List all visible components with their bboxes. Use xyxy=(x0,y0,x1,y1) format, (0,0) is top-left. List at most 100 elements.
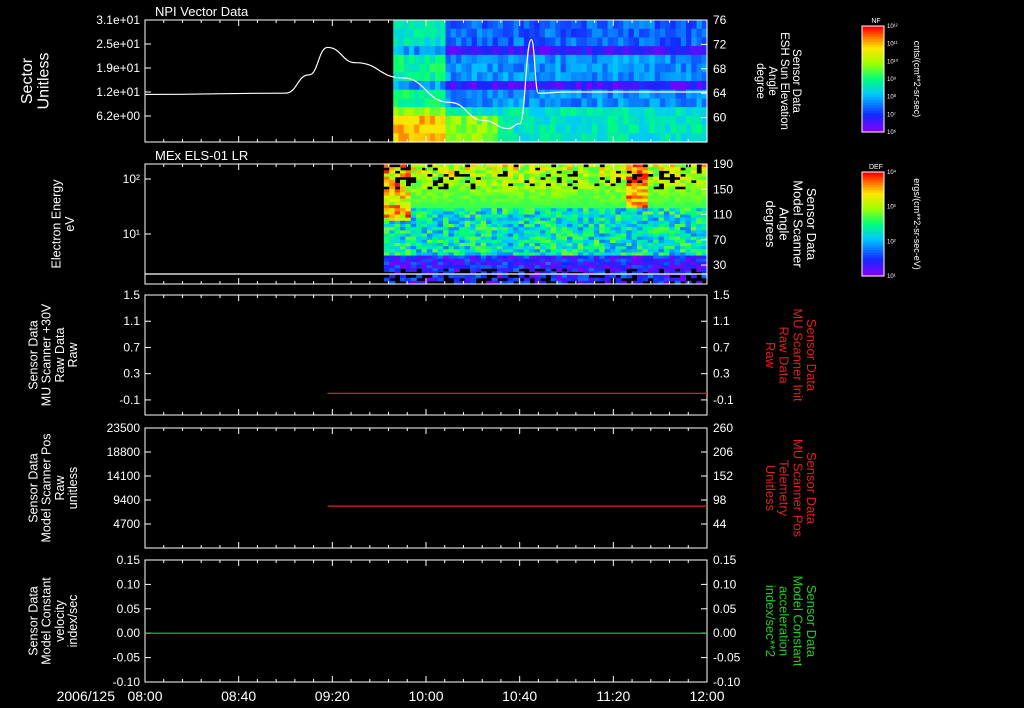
spectrogram-cell xyxy=(482,89,488,100)
spectrogram-cell xyxy=(523,124,530,134)
spectrogram-cell xyxy=(429,54,436,65)
spectrogram-cell xyxy=(487,81,494,91)
spectrogram-cell xyxy=(435,133,441,143)
spectrogram-cell xyxy=(497,107,504,117)
spectrogram-cell xyxy=(586,20,593,30)
spectrogram-cell xyxy=(642,268,649,272)
spectrogram-cell xyxy=(482,28,488,39)
spectrogram-cell xyxy=(408,28,415,39)
spectrogram-cell xyxy=(659,63,666,73)
spectrogram-cell xyxy=(591,107,598,117)
spectrogram-cell xyxy=(550,277,557,282)
spectrogram-cell xyxy=(550,98,556,108)
spectrogram-cell xyxy=(544,81,551,91)
spectrogram-cell xyxy=(492,133,499,143)
y-tick-label: 1.9e+01 xyxy=(96,61,140,75)
y-tick-label: -0.1 xyxy=(119,393,140,407)
spectrogram-cell xyxy=(675,98,682,108)
spectrogram-cell xyxy=(571,98,577,108)
spectrogram-cell xyxy=(607,81,614,91)
y-tick-label: 2.5e+01 xyxy=(96,37,140,51)
spectrogram-cell xyxy=(560,133,567,143)
spectrogram-cell xyxy=(597,72,604,82)
spectrogram-cell xyxy=(455,63,462,73)
spectrogram-cell xyxy=(566,179,573,184)
y-tick-label: 1.2e+01 xyxy=(96,85,140,99)
spectrogram-cell xyxy=(424,28,431,39)
spectrogram-cell xyxy=(586,98,593,108)
spectrogram-cell xyxy=(612,89,619,100)
y-tick-label: 0.3 xyxy=(123,367,140,381)
y-right-tick-label: 110 xyxy=(713,208,732,222)
spectrogram-cell xyxy=(571,46,577,56)
spectrogram-cell xyxy=(628,20,635,30)
spectrogram-cell xyxy=(654,28,661,39)
spectrogram-cell xyxy=(445,107,452,117)
spectrogram-cell xyxy=(618,107,624,117)
spectrogram-cell xyxy=(518,72,525,82)
y-right-tick-label: 68 xyxy=(713,62,727,76)
spectrogram-cell xyxy=(665,124,671,134)
y-axis-title-line: MU Scanner +30V xyxy=(40,303,54,406)
spectrogram-cell xyxy=(421,164,428,168)
spectrogram-cell xyxy=(398,63,405,73)
spectrogram-cell xyxy=(492,54,499,65)
spectrogram-cell xyxy=(602,46,609,56)
spectrogram-cell xyxy=(480,265,487,269)
spectrogram-cell xyxy=(680,54,687,65)
spectrogram-cell xyxy=(539,28,546,39)
spectrogram-cell xyxy=(602,63,609,73)
spectrogram-cell xyxy=(618,37,624,47)
spectrogram-cell xyxy=(586,115,593,126)
spectrogram-cell xyxy=(607,46,614,56)
spectrogram-cell xyxy=(435,107,441,117)
spectrogram-cell xyxy=(539,133,546,143)
y-right-tick-label: -0.1 xyxy=(713,393,734,407)
spectrogram-cell xyxy=(544,28,551,39)
y-axis-title-line: Raw xyxy=(53,475,67,501)
spectrogram-cell xyxy=(675,89,682,100)
spectrogram-cell xyxy=(675,81,682,91)
spectrogram-cell xyxy=(618,46,624,56)
y-tick-label: 0.05 xyxy=(117,602,141,616)
spectrogram-cell xyxy=(560,124,567,134)
spectrogram-cell xyxy=(534,133,541,143)
spectrogram-cell xyxy=(394,173,401,178)
y-right-tick-label: 44 xyxy=(713,517,727,531)
spectrogram-cell xyxy=(471,28,478,39)
spectrogram-cell xyxy=(475,274,482,279)
spectrogram-cell xyxy=(398,107,405,117)
spectrogram-cell xyxy=(550,133,556,143)
spectrogram-cell xyxy=(426,277,433,282)
spectrogram-cell xyxy=(487,20,494,30)
spectrogram-cell xyxy=(680,72,687,82)
spectrogram-cell xyxy=(482,124,488,134)
spectrogram-cell xyxy=(665,98,671,108)
spectrogram-cell xyxy=(686,107,692,117)
spectrogram-cell xyxy=(424,20,431,30)
spectrogram-cell xyxy=(654,89,661,100)
spectrogram-cell xyxy=(686,28,692,39)
spectrogram-cell xyxy=(550,124,556,134)
spectrogram-cell xyxy=(571,89,577,100)
spectrogram-cell xyxy=(544,20,551,30)
spectrogram-cell xyxy=(581,124,588,134)
spectrogram-cell xyxy=(482,63,488,73)
y-axis-title-line: Sensor Data xyxy=(27,320,41,390)
spectrogram-cell xyxy=(670,107,677,117)
spectrogram-cell xyxy=(556,268,563,272)
spectrogram-cell xyxy=(644,98,651,108)
spectrogram-cell xyxy=(414,63,420,73)
spectrogram-cell xyxy=(550,46,556,56)
spectrogram-cell xyxy=(455,133,462,143)
spectrogram-cell xyxy=(696,268,703,272)
spectrogram-cell xyxy=(508,20,515,30)
spectrogram-cell xyxy=(626,176,633,181)
y-tick-label: 0.7 xyxy=(123,340,140,354)
spectrogram-cell xyxy=(419,20,426,30)
spectrogram-cell xyxy=(623,81,630,91)
spectrogram-cell xyxy=(561,265,568,269)
spectrogram-cell xyxy=(435,124,441,134)
spectrogram-cell xyxy=(649,72,656,82)
spectrogram-cell xyxy=(696,72,703,82)
